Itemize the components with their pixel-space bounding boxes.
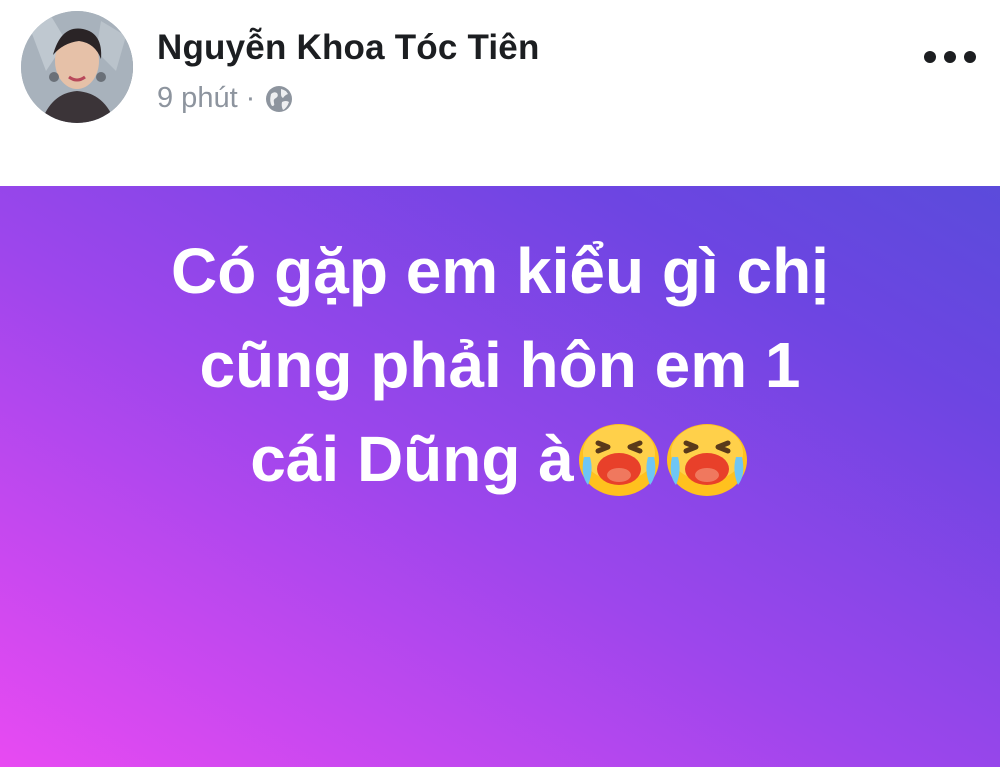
loudly-crying-face-icon — [576, 413, 662, 499]
post-meta: 9 phút · — [157, 82, 293, 115]
status-line: cũng phải hôn em 1 — [199, 329, 801, 401]
status-line-with-emoji: cái Dũng à — [40, 412, 960, 506]
facebook-post: Nguyễn Khoa Tóc Tiên 9 phút · Có gặp em … — [0, 0, 1000, 767]
status-line: Có gặp em kiểu gì chị — [171, 235, 829, 307]
author-avatar[interactable] — [21, 11, 133, 123]
post-timestamp[interactable]: 9 phút — [157, 82, 238, 115]
meta-separator: · — [245, 82, 256, 114]
more-options-icon[interactable] — [924, 42, 976, 72]
status-text: Có gặp em kiểu gì chị cũng phải hôn em 1… — [40, 224, 960, 506]
status-line-text: cái Dũng à — [250, 423, 574, 495]
author-name[interactable]: Nguyễn Khoa Tóc Tiên — [157, 28, 540, 68]
globe-icon[interactable] — [265, 85, 293, 113]
loudly-crying-face-icon — [664, 413, 750, 499]
post-header: Nguyễn Khoa Tóc Tiên 9 phút · — [0, 0, 1000, 186]
